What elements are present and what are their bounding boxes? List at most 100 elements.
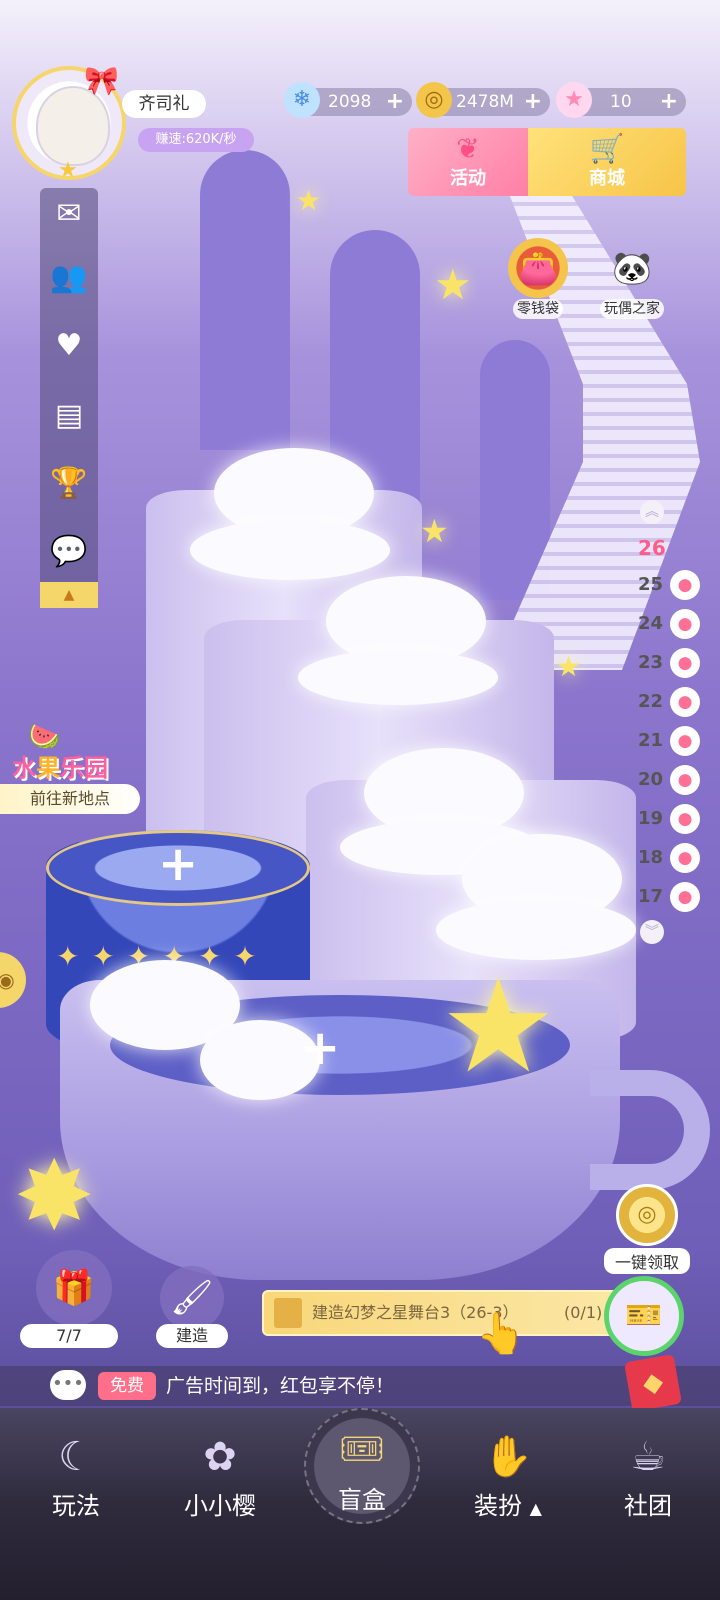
floor-item[interactable]: 19 ● — [630, 802, 710, 838]
star-count: 10 — [610, 92, 632, 112]
scroll-down-icon[interactable]: ︾ — [640, 920, 664, 944]
red-envelope-icon[interactable]: ◆ — [624, 1354, 682, 1412]
nav-xiaoxiaoying[interactable]: ✿ 小小樱 — [160, 1430, 280, 1521]
wing-icon: ❦ — [456, 132, 480, 165]
collapse-arrow-icon[interactable]: ▲ — [40, 582, 98, 608]
level-star-icon: ★ — [58, 158, 78, 183]
floor-number: 17 — [638, 886, 664, 907]
gift-count: 7/7 — [20, 1324, 118, 1348]
floor-selector: ︽ 26 25 ● 24 ● 23 ● 22 ● 21 ● 20 ● 19 ● 18 ● 17 ●… — [630, 500, 710, 950]
star-sparkle-icon: ★ — [434, 260, 472, 309]
arch-right — [480, 340, 550, 600]
star-sparkle-icon: ★ — [296, 184, 322, 217]
go-new-location-button[interactable]: 前往新地点 — [0, 784, 140, 814]
build-slot-plus-icon[interactable]: + — [158, 836, 198, 892]
shop-button[interactable]: 🛒 商城 — [528, 128, 686, 196]
location-title-part: 水 — [12, 754, 36, 782]
gift-button[interactable]: 🎁 — [36, 1250, 112, 1326]
ad-banner[interactable]: ••• 免费 广告时间到，红包享不停！ — [0, 1366, 720, 1406]
panda-icon: 🐼 — [612, 249, 652, 287]
sakura-icon: ✿ — [203, 1434, 237, 1480]
floor-item[interactable]: 23 ● — [630, 646, 710, 682]
nav-blindbox-label: 盲盒 — [338, 1486, 386, 1514]
free-badge: 免费 — [98, 1372, 156, 1400]
floor-item[interactable]: 21 ● — [630, 724, 710, 760]
nav-play[interactable]: ☾ 玩法 — [16, 1430, 136, 1521]
big-star-decor: ★ — [440, 950, 557, 1102]
moon-card-icon: ☾ — [58, 1434, 94, 1480]
build-button[interactable]: 🖌 — [160, 1266, 224, 1330]
pig-icon: ● — [670, 570, 700, 600]
floor-number: 25 — [638, 574, 664, 595]
shopping-cart-icon: 🛒 — [589, 132, 625, 165]
build-slot-plus-icon[interactable]: + — [300, 1020, 340, 1076]
build-label: 建造 — [156, 1324, 228, 1348]
resource-stars[interactable]: ★ 10 + — [556, 82, 686, 118]
floor-number: 19 — [638, 808, 664, 829]
arch-left — [200, 150, 290, 450]
chat-icon[interactable]: 💬 — [40, 534, 98, 569]
nav-dressup-label: 装扮 ▲ — [448, 1486, 568, 1521]
pig-icon: ● — [670, 648, 700, 678]
floor-item[interactable]: 17 ● — [630, 880, 710, 916]
location-title: 水果乐园 — [12, 748, 108, 783]
wallet-label: 零钱袋 — [513, 299, 563, 319]
doll-house-button[interactable]: 🐼 玩偶之家 — [592, 238, 672, 319]
nav-dressup[interactable]: ✋ 装扮 ▲ — [448, 1430, 568, 1521]
nav-club-label: 社团 — [624, 1492, 672, 1520]
add-coins-button[interactable]: + — [524, 88, 542, 116]
nav-xiaoxiaoying-label: 小小樱 — [184, 1492, 256, 1520]
floor-item[interactable]: 18 ● — [630, 841, 710, 877]
earning-speed: 赚速:620K/秒 — [138, 128, 254, 152]
chat-bubble-icon: ••• — [50, 1370, 86, 1400]
pig-icon: ● — [670, 726, 700, 756]
add-stars-button[interactable]: + — [660, 88, 678, 116]
nav-club[interactable]: ☕ 社团 — [588, 1430, 708, 1521]
floor-item[interactable]: 20 ● — [630, 763, 710, 799]
cloud-character — [298, 650, 498, 705]
shop-label: 商城 — [589, 168, 625, 189]
resource-coins[interactable]: ◎ 2478M + — [416, 82, 550, 118]
task-bar[interactable]: 建造幻梦之星舞台3（26-3） (0/1) — [262, 1290, 632, 1336]
floor-current[interactable]: 26 — [630, 530, 710, 566]
star-sparkle-icon: ★ — [420, 512, 449, 550]
teacup-stage[interactable]: + ★ — [60, 950, 710, 1280]
friends-icon[interactable]: 👥 — [40, 260, 98, 295]
expand-up-icon: ▲ — [529, 1499, 542, 1518]
pig-icon: ● — [670, 765, 700, 795]
pet-icon[interactable]: ♥ — [40, 328, 98, 363]
mail-icon[interactable]: ✉ — [40, 196, 98, 231]
eye-icon[interactable]: ◉ — [0, 952, 26, 1008]
pig-icon: ● — [670, 609, 700, 639]
pig-icon: ● — [670, 804, 700, 834]
claim-all-label: 一键领取 — [604, 1248, 690, 1274]
teacup-handle — [590, 1070, 710, 1190]
floor-number: 22 — [638, 691, 664, 712]
bottom-nav: ☾ 玩法 ✿ 小小樱 🎟 盲盒 ✋ 装扮 ▲ ☕ 社团 — [0, 1408, 720, 1600]
teacup-heart-icon: ☕ — [630, 1434, 666, 1480]
snowflake-gem-icon: ❄ — [284, 82, 320, 118]
fruit-park-location[interactable]: 🍉 水果乐园 前往新地点 — [0, 722, 140, 822]
resource-gems[interactable]: ❄ 2098 + — [284, 82, 412, 118]
glove-icon: ✋ — [483, 1434, 533, 1480]
nav-blindbox[interactable]: 🎟 盲盒 — [304, 1408, 420, 1524]
floor-item[interactable]: 25 ● — [630, 568, 710, 604]
scroll-up-icon[interactable]: ︽ — [640, 500, 664, 524]
claim-all-button[interactable]: ◎ 一键领取 — [604, 1184, 690, 1274]
floor-item[interactable]: 24 ● — [630, 607, 710, 643]
notice-board-icon[interactable]: ▤ — [40, 398, 98, 433]
event-button[interactable]: ❦ 活动 — [408, 128, 528, 196]
nav-play-label: 玩法 — [52, 1492, 100, 1520]
wallet-button[interactable]: 👛 零钱袋 — [498, 238, 578, 319]
coin-icon: ◎ — [616, 1184, 678, 1246]
pointing-hand-icon: 👆 — [476, 1311, 526, 1357]
event-label: 活动 — [450, 168, 486, 189]
add-gems-button[interactable]: + — [386, 88, 404, 116]
left-menu: ✉ 👥 ♥ ▤ 🏆 💬 ▲ — [40, 188, 98, 608]
trophy-icon[interactable]: 🏆 — [40, 466, 98, 501]
ticket-reward-button[interactable]: 🎫 — [604, 1276, 684, 1356]
pig-icon: ● — [670, 843, 700, 873]
floor-item[interactable]: 22 ● — [630, 685, 710, 721]
avatar-portrait — [36, 86, 110, 166]
doll-house-label: 玩偶之家 — [600, 299, 664, 319]
